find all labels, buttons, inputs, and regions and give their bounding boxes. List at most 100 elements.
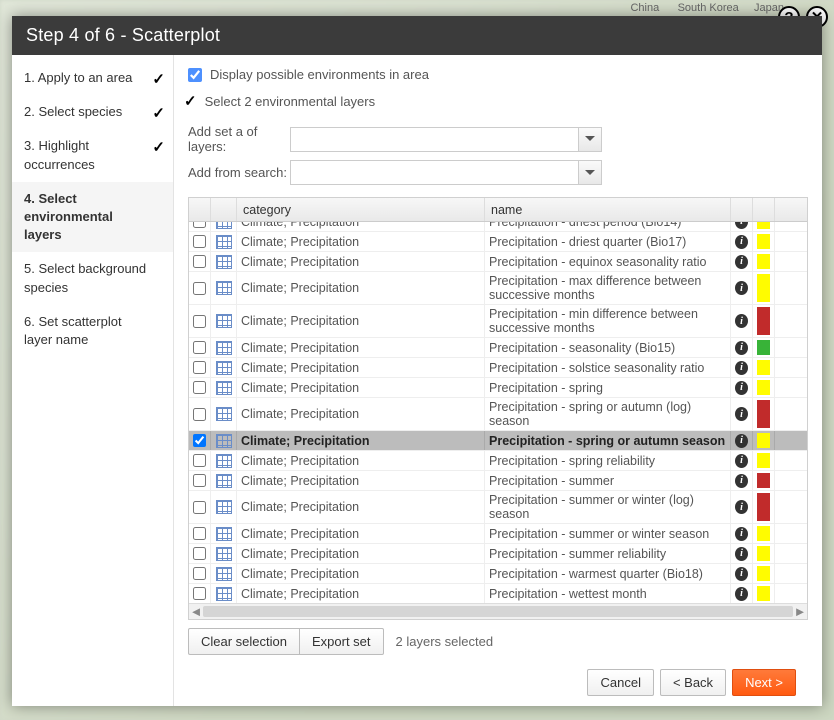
grid-icon[interactable] xyxy=(216,587,232,601)
row-checkbox[interactable] xyxy=(193,255,206,268)
wizard-step-1[interactable]: 1. Apply to an area xyxy=(12,61,173,95)
info-icon[interactable]: i xyxy=(735,500,748,514)
row-checkbox[interactable] xyxy=(193,501,206,514)
table-row[interactable]: Climate; PrecipitationPrecipitation - se… xyxy=(189,338,807,358)
color-indicator xyxy=(757,307,770,335)
wizard-step-4[interactable]: 4. Select environmental layers xyxy=(12,182,173,253)
info-icon[interactable]: i xyxy=(735,235,748,249)
row-checkbox[interactable] xyxy=(193,341,206,354)
table-row[interactable]: Climate; PrecipitationPrecipitation - sp… xyxy=(189,451,807,471)
info-icon[interactable]: i xyxy=(735,381,748,395)
row-name: Precipitation - equinox seasonality rati… xyxy=(485,252,731,271)
col-header-category[interactable]: category xyxy=(237,198,485,221)
grid-icon[interactable] xyxy=(216,547,232,561)
info-icon[interactable]: i xyxy=(735,314,748,328)
info-icon[interactable]: i xyxy=(735,361,748,375)
add-search-select[interactable] xyxy=(290,160,602,185)
grid-icon[interactable] xyxy=(216,281,232,295)
row-checkbox[interactable] xyxy=(193,222,206,228)
wizard-step-3[interactable]: 3. Highlight occurrences xyxy=(12,129,173,181)
grid-icon[interactable] xyxy=(216,454,232,468)
row-checkbox[interactable] xyxy=(193,282,206,295)
row-checkbox[interactable] xyxy=(193,547,206,560)
table-row[interactable]: Climate; PrecipitationPrecipitation - wa… xyxy=(189,564,807,584)
table-row[interactable]: Climate; PrecipitationPrecipitation - so… xyxy=(189,358,807,378)
grid-icon[interactable] xyxy=(216,407,232,421)
row-category: Climate; Precipitation xyxy=(237,378,485,397)
wizard-steps-nav: 1. Apply to an area2. Select species3. H… xyxy=(12,55,174,706)
info-icon[interactable]: i xyxy=(735,547,748,561)
grid-icon[interactable] xyxy=(216,314,232,328)
scroll-thumb[interactable] xyxy=(203,606,793,617)
scroll-left-arrow[interactable]: ◄ xyxy=(189,604,203,619)
scroll-right-arrow[interactable]: ► xyxy=(793,604,807,619)
row-checkbox[interactable] xyxy=(193,454,206,467)
info-icon[interactable]: i xyxy=(735,587,748,601)
info-icon[interactable]: i xyxy=(735,474,748,488)
row-checkbox[interactable] xyxy=(193,315,206,328)
row-category: Climate; Precipitation xyxy=(237,252,485,271)
grid-icon[interactable] xyxy=(216,361,232,375)
row-checkbox[interactable] xyxy=(193,527,206,540)
export-set-button[interactable]: Export set xyxy=(299,628,384,655)
add-set-dropdown-toggle[interactable] xyxy=(578,127,602,152)
grid-icon[interactable] xyxy=(216,527,232,541)
row-checkbox[interactable] xyxy=(193,361,206,374)
color-indicator xyxy=(757,546,770,561)
wizard-step-6[interactable]: 6. Set scatterplot layer name xyxy=(12,305,173,357)
back-button[interactable]: < Back xyxy=(660,669,726,696)
table-row[interactable]: Climate; PrecipitationPrecipitation - su… xyxy=(189,471,807,491)
grid-icon[interactable] xyxy=(216,434,232,448)
table-row[interactable]: Climate; PrecipitationPrecipitation - mi… xyxy=(189,305,807,338)
add-search-dropdown-toggle[interactable] xyxy=(578,160,602,185)
row-checkbox[interactable] xyxy=(193,474,206,487)
next-button[interactable]: Next > xyxy=(732,669,796,696)
clear-selection-button[interactable]: Clear selection xyxy=(188,628,299,655)
table-header: category name xyxy=(189,198,807,222)
grid-icon[interactable] xyxy=(216,474,232,488)
row-name: Precipitation - warmest quarter (Bio18) xyxy=(485,564,731,583)
grid-icon[interactable] xyxy=(216,567,232,581)
grid-icon[interactable] xyxy=(216,255,232,269)
grid-icon[interactable] xyxy=(216,381,232,395)
table-body[interactable]: Climate; PrecipitationPrecipitation - dr… xyxy=(189,222,807,603)
table-row[interactable]: Climate; PrecipitationPrecipitation - ma… xyxy=(189,272,807,305)
table-row[interactable]: Climate; PrecipitationPrecipitation - su… xyxy=(189,491,807,524)
wizard-step-5[interactable]: 5. Select background species xyxy=(12,252,173,304)
table-row[interactable]: Climate; PrecipitationPrecipitation - we… xyxy=(189,584,807,603)
grid-icon[interactable] xyxy=(216,341,232,355)
info-icon[interactable]: i xyxy=(735,567,748,581)
cancel-button[interactable]: Cancel xyxy=(587,669,653,696)
table-row[interactable]: Climate; PrecipitationPrecipitation - sp… xyxy=(189,378,807,398)
row-checkbox[interactable] xyxy=(193,235,206,248)
info-icon[interactable]: i xyxy=(735,255,748,269)
row-checkbox[interactable] xyxy=(193,567,206,580)
row-checkbox[interactable] xyxy=(193,587,206,600)
info-icon[interactable]: i xyxy=(735,222,748,229)
horizontal-scrollbar[interactable]: ◄ ► xyxy=(189,603,807,619)
table-row[interactable]: Climate; PrecipitationPrecipitation - sp… xyxy=(189,398,807,431)
row-checkbox[interactable] xyxy=(193,381,206,394)
col-header-name[interactable]: name xyxy=(485,198,731,221)
grid-icon[interactable] xyxy=(216,222,232,229)
table-row[interactable]: Climate; PrecipitationPrecipitation - dr… xyxy=(189,222,807,232)
info-icon[interactable]: i xyxy=(735,341,748,355)
grid-icon[interactable] xyxy=(216,235,232,249)
display-env-checkbox[interactable] xyxy=(188,68,202,82)
grid-icon[interactable] xyxy=(216,500,232,514)
info-icon[interactable]: i xyxy=(735,454,748,468)
add-set-select[interactable] xyxy=(290,127,602,152)
info-icon[interactable]: i xyxy=(735,407,748,421)
info-icon[interactable]: i xyxy=(735,281,748,295)
table-row[interactable]: Climate; PrecipitationPrecipitation - su… xyxy=(189,524,807,544)
wizard-step-2[interactable]: 2. Select species xyxy=(12,95,173,129)
row-checkbox[interactable] xyxy=(193,408,206,421)
row-checkbox[interactable] xyxy=(193,434,206,447)
info-icon[interactable]: i xyxy=(735,527,748,541)
table-row[interactable]: Climate; PrecipitationPrecipitation - dr… xyxy=(189,232,807,252)
info-icon[interactable]: i xyxy=(735,434,748,448)
table-row[interactable]: Climate; PrecipitationPrecipitation - su… xyxy=(189,544,807,564)
table-row[interactable]: Climate; PrecipitationPrecipitation - sp… xyxy=(189,431,807,451)
color-indicator xyxy=(757,400,770,428)
table-row[interactable]: Climate; PrecipitationPrecipitation - eq… xyxy=(189,252,807,272)
